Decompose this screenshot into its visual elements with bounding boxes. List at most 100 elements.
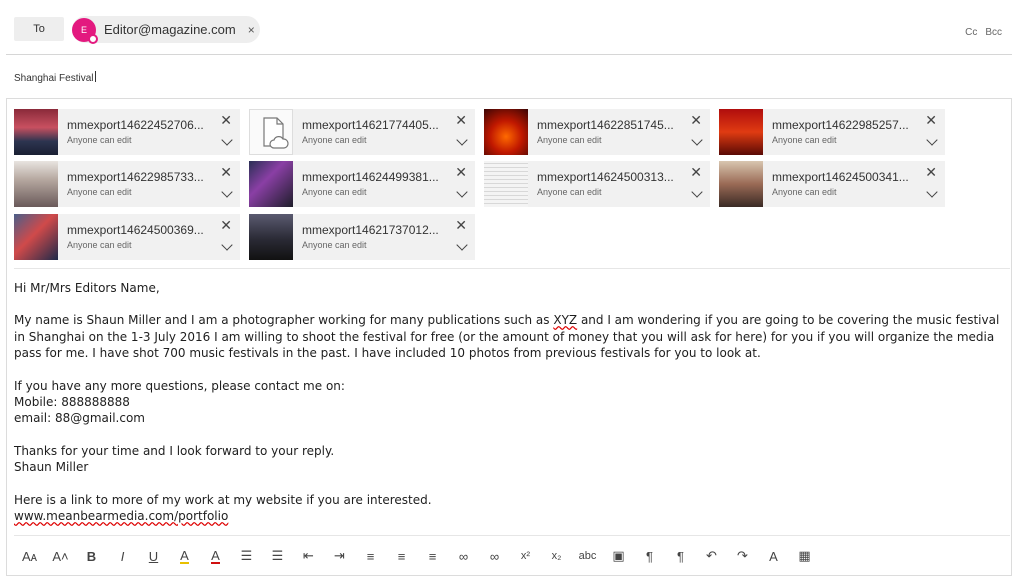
attachment-card[interactable]: mmexport14624499381... Anyone can edit ✕ xyxy=(249,161,475,207)
undo-icon[interactable]: ↶ xyxy=(696,543,727,569)
greeting: Hi Mr/Mrs Editors Name, xyxy=(14,281,160,295)
numbering-icon[interactable]: ☰ xyxy=(262,543,293,569)
attachment-name: mmexport14624500341... xyxy=(772,170,909,184)
attachment-card[interactable]: mmexport14622851745... Anyone can edit ✕ xyxy=(484,109,710,155)
attachment-permission: Anyone can edit xyxy=(302,187,367,197)
divider xyxy=(14,535,1010,536)
attachment-permission: Anyone can edit xyxy=(772,135,837,145)
right-to-left-icon[interactable]: ¶ xyxy=(665,543,696,569)
attachment-permission: Anyone can edit xyxy=(772,187,837,197)
attachment-name: mmexport14624499381... xyxy=(302,170,439,184)
attachment-thumbnail xyxy=(719,161,763,207)
divider xyxy=(14,268,1010,269)
attachment-card[interactable]: mmexport14624500341... Anyone can edit ✕ xyxy=(719,161,945,207)
increase-indent-icon[interactable]: ⇥ xyxy=(324,543,355,569)
cc-button[interactable]: Cc xyxy=(965,27,977,38)
grow-font-icon[interactable]: A˄ xyxy=(45,543,76,569)
attachment-permission: Anyone can edit xyxy=(67,135,132,145)
attachment-name: mmexport14622452706... xyxy=(67,118,204,132)
font-size-icon[interactable]: Aᴀ xyxy=(14,543,45,569)
email-line: email: 88@gmail.com xyxy=(14,411,145,426)
attachment-permission: Anyone can edit xyxy=(537,187,602,197)
remove-attachment-icon[interactable]: ✕ xyxy=(925,165,937,179)
align-center-icon[interactable]: ≡ xyxy=(386,543,417,569)
formatting-toolbar: Aᴀ A˄ B I U A A ☰ ☰ ⇤ ⇥ ≡ ≡ ≡ ∞ ∞ x² x₂ … xyxy=(14,543,1004,569)
avatar-letter: E xyxy=(80,24,87,35)
paragraph-intro: My name is Shaun Miller and I am a photo… xyxy=(14,313,1000,361)
attachment-card[interactable]: mmexport14621737012... Anyone can edit ✕ xyxy=(249,214,475,260)
thanks-line: Thanks for your time and I look forward … xyxy=(14,443,335,458)
attachments-area: mmexport14622452706... Anyone can edit ✕… xyxy=(14,109,954,260)
attachment-name: mmexport14624500369... xyxy=(67,223,204,237)
attachment-thumbnail xyxy=(484,109,528,155)
spelling-flag: XYZ xyxy=(553,313,578,328)
attachment-permission: Anyone can edit xyxy=(302,135,367,145)
attachment-name: mmexport14621774405... xyxy=(302,118,439,132)
attachment-thumbnail xyxy=(719,109,763,155)
attachment-card[interactable]: mmexport14622985733... Anyone can edit ✕ xyxy=(14,161,240,207)
avatar: E xyxy=(72,17,98,44)
strikethrough-icon[interactable]: abc xyxy=(572,543,603,569)
attachment-card[interactable]: mmexport14622452706... Anyone can edit ✕ xyxy=(14,109,240,155)
attachment-card[interactable]: mmexport14624500369... Anyone can edit ✕ xyxy=(14,214,240,260)
remove-recipient-icon[interactable]: × xyxy=(248,23,255,37)
bcc-button[interactable]: Bcc xyxy=(985,27,1002,38)
remove-attachment-icon[interactable]: ✕ xyxy=(220,218,232,232)
cc-bcc-links: Cc Bcc xyxy=(965,27,1002,38)
remove-attachment-icon[interactable]: ✕ xyxy=(455,218,467,232)
superscript-icon[interactable]: x² xyxy=(510,543,541,569)
attachment-permission: Anyone can edit xyxy=(67,240,132,250)
cloud-file-icon xyxy=(249,109,293,155)
remove-attachment-icon[interactable]: ✕ xyxy=(220,113,232,127)
align-left-icon[interactable]: ≡ xyxy=(355,543,386,569)
contact-intro: If you have any more questions, please c… xyxy=(14,378,345,393)
attachment-thumbnail xyxy=(249,161,293,207)
clear-formatting-icon[interactable]: A xyxy=(758,543,789,569)
divider xyxy=(6,54,1012,55)
insert-picture-icon[interactable]: ▣ xyxy=(603,543,634,569)
attachment-permission: Anyone can edit xyxy=(537,135,602,145)
redo-icon[interactable]: ↷ xyxy=(727,543,758,569)
remove-attachment-icon[interactable]: ✕ xyxy=(220,165,232,179)
presence-icon xyxy=(88,33,98,44)
link-intro: Here is a link to more of my work at my … xyxy=(14,492,432,507)
align-right-icon[interactable]: ≡ xyxy=(417,543,448,569)
remove-attachment-icon[interactable]: ✕ xyxy=(925,113,937,127)
to-button[interactable]: To xyxy=(14,17,64,41)
attachment-thumbnail xyxy=(14,214,58,260)
signature: Shaun Miller xyxy=(14,460,89,475)
attachment-card[interactable]: mmexport14622985257... Anyone can edit ✕ xyxy=(719,109,945,155)
subject-field[interactable]: Shanghai Festival xyxy=(14,71,96,84)
attachment-thumbnail xyxy=(14,161,58,207)
underline-icon[interactable]: U xyxy=(138,543,169,569)
left-to-right-icon[interactable]: ¶ xyxy=(634,543,665,569)
attachment-permission: Anyone can edit xyxy=(302,240,367,250)
insert-link-icon[interactable]: ∞ xyxy=(448,543,479,569)
decrease-indent-icon[interactable]: ⇤ xyxy=(293,543,324,569)
bold-icon[interactable]: B xyxy=(76,543,107,569)
attachment-card[interactable]: mmexport14624500313... Anyone can edit ✕ xyxy=(484,161,710,207)
subscript-icon[interactable]: x₂ xyxy=(541,543,572,569)
italic-icon[interactable]: I xyxy=(107,543,138,569)
attachment-permission: Anyone can edit xyxy=(67,187,132,197)
attachment-name: mmexport14622985733... xyxy=(67,170,204,184)
remove-link-icon[interactable]: ∞ xyxy=(479,543,510,569)
recipient-chip[interactable]: E Editor@magazine.com × xyxy=(72,16,260,44)
attachment-name: mmexport14622851745... xyxy=(537,118,674,132)
subject-text: Shanghai Festival xyxy=(14,73,94,84)
bullets-icon[interactable]: ☰ xyxy=(231,543,262,569)
remove-attachment-icon[interactable]: ✕ xyxy=(455,165,467,179)
recipient-email: Editor@magazine.com xyxy=(104,22,236,37)
insert-table-icon[interactable]: ▦ xyxy=(789,543,820,569)
portfolio-link[interactable]: www.meanbearmedia.com/portfolio xyxy=(14,509,228,523)
attachment-card[interactable]: mmexport14621774405... Anyone can edit ✕ xyxy=(249,109,475,155)
message-body[interactable]: Hi Mr/Mrs Editors Name, My name is Shaun… xyxy=(14,280,1014,524)
remove-attachment-icon[interactable]: ✕ xyxy=(455,113,467,127)
attachment-thumbnail xyxy=(14,109,58,155)
attachment-name: mmexport14624500313... xyxy=(537,170,674,184)
recipients-row: To E Editor@magazine.com × Cc Bcc xyxy=(0,0,1024,54)
remove-attachment-icon[interactable]: ✕ xyxy=(690,165,702,179)
remove-attachment-icon[interactable]: ✕ xyxy=(690,113,702,127)
highlight-icon[interactable]: A xyxy=(169,543,200,569)
font-color-icon[interactable]: A xyxy=(200,543,231,569)
